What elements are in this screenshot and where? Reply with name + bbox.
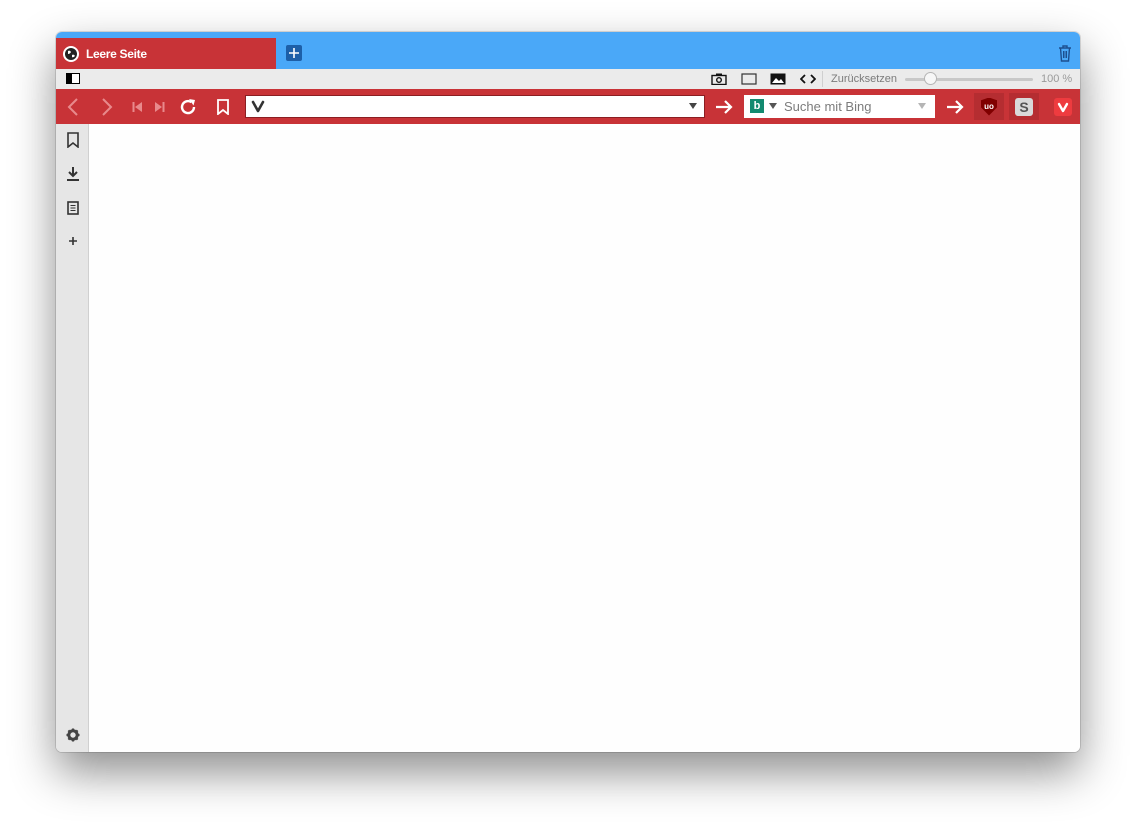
zoom-reset-button[interactable]: Zurücksetzen [831, 73, 897, 85]
url-input[interactable] [270, 98, 684, 117]
rewind-icon[interactable] [127, 97, 147, 117]
ublock-extension-button[interactable]: uo [974, 93, 1004, 120]
ublock-icon: uo [981, 97, 997, 116]
tab-title: Leere Seite [86, 46, 147, 61]
browser-window: Leere Seite Zurücksetzen 100 % b Suche m… [56, 32, 1080, 752]
url-field[interactable] [245, 95, 705, 118]
bookmark-icon[interactable] [213, 97, 233, 117]
tab-leere-seite[interactable]: Leere Seite [56, 38, 276, 69]
search-field[interactable]: b [744, 95, 935, 118]
zoom-value: 100 % [1041, 73, 1073, 85]
side-panel [56, 124, 89, 752]
search-history-dropdown-icon[interactable] [918, 103, 926, 109]
fast-forward-icon[interactable] [150, 97, 170, 117]
vivaldi-menu-button[interactable] [1054, 98, 1072, 116]
zoom-slider-handle[interactable] [924, 72, 937, 85]
bing-icon[interactable]: b [750, 99, 764, 113]
status-divider [822, 71, 823, 87]
url-history-dropdown-icon[interactable] [689, 103, 697, 109]
page-tiling-icon[interactable] [741, 72, 757, 86]
image-icon[interactable] [770, 72, 786, 86]
tab-bar: Leere Seite [56, 32, 1080, 69]
panel-toggle-icon[interactable] [66, 73, 80, 84]
vivaldi-logo-icon [1057, 102, 1069, 112]
s-extension-button[interactable]: S [1009, 93, 1039, 120]
search-go-arrow-icon[interactable] [945, 97, 965, 117]
page-content[interactable] [89, 124, 1080, 752]
new-tab-button[interactable] [286, 45, 302, 61]
plus-icon [289, 48, 299, 58]
code-icon[interactable] [800, 72, 816, 86]
reload-icon[interactable] [178, 97, 198, 117]
go-arrow-icon[interactable] [714, 97, 734, 117]
settings-icon[interactable] [65, 727, 81, 743]
search-engine-dropdown-icon[interactable] [769, 103, 777, 109]
trash-icon[interactable] [1058, 45, 1072, 62]
add-panel-icon[interactable] [65, 233, 81, 249]
notes-icon[interactable] [65, 200, 81, 216]
downloads-icon[interactable] [65, 166, 81, 182]
globe-icon [63, 45, 79, 62]
vivaldi-v-icon [251, 100, 265, 113]
camera-icon[interactable] [711, 72, 727, 86]
search-input[interactable] [782, 97, 916, 116]
address-bar: b uo S [56, 89, 1080, 125]
status-bar: Zurücksetzen 100 % [56, 69, 1080, 90]
bookmarks-icon[interactable] [65, 132, 81, 148]
s-extension-icon: S [1015, 97, 1033, 116]
forward-icon[interactable] [97, 97, 117, 117]
back-icon[interactable] [63, 97, 83, 117]
